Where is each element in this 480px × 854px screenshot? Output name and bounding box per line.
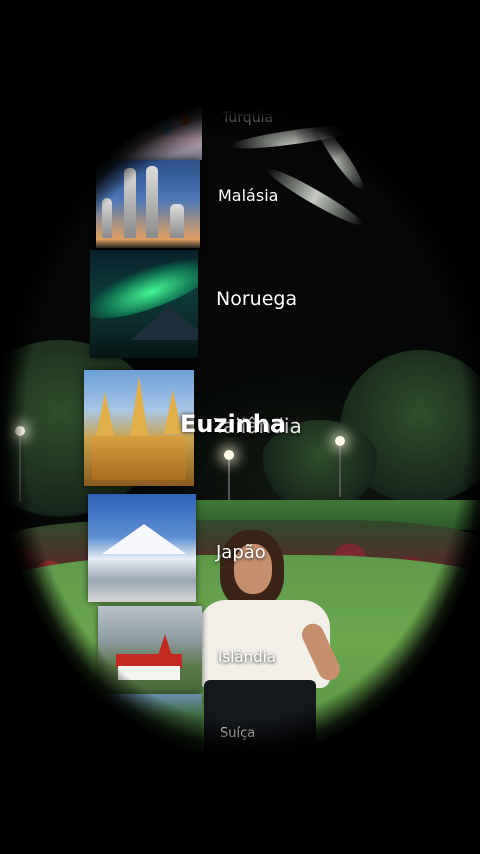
church-wall: [118, 666, 180, 680]
temple-spire: [130, 376, 148, 436]
lamp-post: [228, 456, 230, 506]
tower: [102, 198, 112, 238]
label-suica: Suíça: [220, 726, 256, 741]
tower: [146, 166, 158, 238]
mountain: [130, 306, 198, 340]
label-japao: Japão: [216, 542, 266, 563]
label-malasia: Malásia: [218, 186, 279, 205]
overlay-name: Euzinha: [180, 410, 287, 438]
thumbnail-islandia: [98, 606, 202, 692]
lamp-post: [19, 432, 21, 502]
label-islandia: Islândia: [218, 648, 276, 666]
thumbnail-suica: [110, 694, 202, 744]
tower: [170, 204, 184, 238]
street-lamp: [15, 426, 25, 436]
label-noruega: Noruega: [216, 288, 298, 310]
lamp-post: [339, 442, 341, 497]
thumbnail-noruega: [90, 250, 198, 358]
label-turquia: Turquia: [222, 110, 274, 126]
temple-spire: [96, 392, 114, 436]
balloon: [162, 122, 172, 134]
mount-fuji: [102, 524, 186, 554]
thumbnail-malasia: [96, 160, 200, 248]
street-lamp: [335, 436, 345, 446]
bottom-black-bar: [0, 759, 480, 854]
temple-body: [92, 436, 186, 480]
balloon: [122, 126, 132, 138]
thumbnail-turquia: [110, 106, 202, 160]
person-pants: [204, 680, 316, 770]
balloon: [180, 114, 190, 126]
balloon: [140, 118, 150, 130]
street-lamp: [224, 450, 234, 460]
church-steeple: [158, 634, 172, 656]
thumbnail-japao: [88, 494, 196, 602]
top-black-bar: [0, 0, 480, 95]
tower: [124, 168, 136, 238]
thumbnail-tailandia: [84, 370, 194, 486]
